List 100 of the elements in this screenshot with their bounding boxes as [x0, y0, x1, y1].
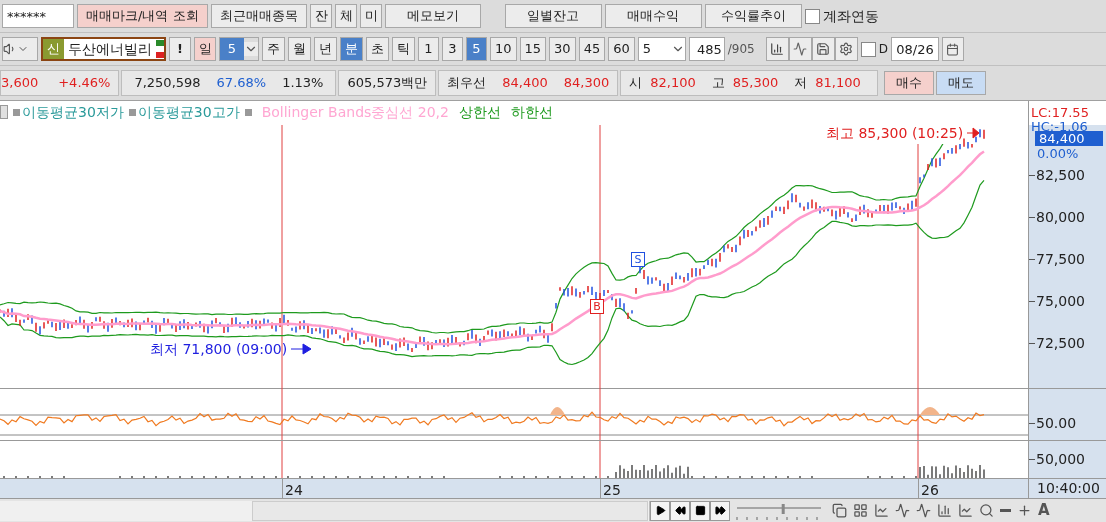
volume-tick: 50,000 — [1036, 450, 1085, 470]
calendar-button[interactable] — [941, 37, 964, 61]
save-button[interactable] — [811, 37, 835, 61]
unit-tab[interactable]: 주 — [262, 37, 285, 61]
interval-tab[interactable]: 3 — [442, 37, 463, 61]
day-count-select[interactable]: 5 — [219, 37, 259, 61]
legend-item: 이동평균30저가 — [22, 102, 124, 122]
day-button[interactable]: 일 — [194, 37, 216, 61]
arrow-icon — [291, 343, 312, 356]
date-label: 24 — [285, 481, 303, 501]
interval-tab[interactable]: 15 — [519, 37, 547, 61]
unit-tab[interactable]: 월 — [288, 37, 311, 61]
add-candle-button[interactable] — [765, 37, 789, 61]
caret-icon — [244, 42, 258, 56]
stop-icon — [694, 505, 706, 516]
indicator-tick: 50.00 — [1036, 414, 1077, 434]
interval-tab[interactable]: 60 — [608, 37, 635, 61]
alert-button[interactable]: ! — [169, 37, 191, 61]
legend-square-icon — [244, 108, 252, 116]
legend-item: 상한선 — [458, 102, 501, 122]
legend-square-icon — [128, 108, 136, 116]
turnover-rate: 1.13% — [282, 74, 324, 93]
account-field[interactable]: ****** — [2, 4, 74, 28]
change-rate: +4.46% — [58, 74, 112, 93]
settings-icon — [839, 42, 854, 56]
unit-tab[interactable]: 분 — [340, 37, 363, 61]
chart-icon — [958, 503, 973, 518]
wave-icon — [916, 503, 931, 518]
current-rate: 0.00% — [1037, 145, 1079, 161]
current-price-tag: 84,400 — [1035, 130, 1103, 146]
plus-icon — [1017, 503, 1032, 518]
fast-forward-button[interactable] — [710, 500, 730, 521]
play-icon — [654, 505, 666, 516]
checkbox[interactable] — [804, 8, 820, 24]
price-tick: 77,500 — [1036, 249, 1085, 269]
toolbar-button[interactable]: 매매수익 — [604, 4, 702, 28]
toolbar-button[interactable]: 미 — [359, 4, 382, 28]
legend-item: 이동평균30고가 — [137, 102, 240, 122]
unit-tab[interactable]: 년 — [314, 37, 337, 61]
best-ask: 84,400 — [502, 74, 548, 93]
interval-tab[interactable]: 1 — [418, 37, 439, 61]
unit-tab[interactable]: 틱 — [392, 37, 415, 61]
arrow-icon — [967, 127, 980, 140]
price-value: 85,300 — [732, 74, 779, 93]
interval-value: 5 — [642, 40, 651, 59]
toolbar-button[interactable]: 잔 — [309, 4, 332, 28]
price-tick: 80,000 — [1036, 207, 1085, 227]
toolbar-button[interactable]: 수익률추이 — [704, 4, 802, 28]
sell-button[interactable]: 매도 — [935, 71, 986, 95]
best-price-label: 최우선 — [447, 74, 487, 93]
font-button[interactable]: A — [1038, 499, 1050, 522]
settings-button[interactable] — [834, 37, 858, 61]
rewind-icon — [674, 505, 686, 516]
speaker-button[interactable] — [2, 37, 38, 61]
memo-button[interactable]: 메모보기 — [384, 4, 481, 28]
checkbox-label: 계좌연동 — [822, 6, 879, 26]
checkbox[interactable] — [860, 41, 876, 57]
low-price-note: 최저 71,800 (09:00) — [150, 339, 288, 359]
interval-select[interactable]: 5 — [637, 37, 686, 61]
toolbar-button[interactable]: 체 — [334, 4, 357, 28]
price-value: 81,100 — [815, 74, 861, 93]
sell-marker: S — [631, 251, 645, 267]
speed-slider-thumb[interactable] — [781, 503, 785, 514]
toolbar-button[interactable]: 최근매매종목 — [210, 4, 307, 28]
price-value: 82,100 — [650, 74, 696, 93]
toolbar-button[interactable]: 매매마크/내역 조회 — [77, 4, 208, 28]
buy-marker: B — [590, 298, 604, 314]
buy-button[interactable]: 매수 — [883, 71, 934, 95]
date-label: 26 — [921, 481, 939, 501]
date-field[interactable]: 08/26 — [890, 37, 939, 61]
play-button[interactable] — [650, 500, 670, 521]
calendar-icon — [946, 42, 960, 56]
day-count-value: 5 — [220, 38, 244, 60]
unit-tab[interactable]: 초 — [366, 37, 389, 61]
best-bid: 84,300 — [563, 74, 610, 93]
line-icon — [895, 503, 910, 518]
stock-name: 두산에너빌리 — [67, 39, 153, 59]
minus-icon — [1000, 509, 1011, 512]
add-line-button[interactable] — [788, 37, 812, 61]
scrollbar-thumb[interactable] — [252, 500, 648, 521]
legend-item: Bollinger Bands중심선 20,2 — [261, 102, 449, 122]
search-icon — [979, 503, 994, 518]
interval-tab[interactable]: 30 — [549, 37, 576, 61]
interval-tab[interactable]: 5 — [466, 37, 487, 61]
volume-ratio: 67.68% — [216, 74, 267, 93]
chart-icon — [874, 503, 889, 518]
stock-field[interactable]: 신 두산에너빌리 — [41, 37, 166, 61]
interval-tab[interactable]: 10 — [490, 37, 517, 61]
rewind-button[interactable] — [670, 500, 690, 521]
count-field[interactable]: 485 — [688, 37, 725, 61]
toolbar-button[interactable]: 일별잔고 — [504, 4, 602, 28]
legend-item: 하한선 — [510, 102, 553, 122]
legend-square-icon — [13, 108, 20, 116]
price-change: 3,600 — [1, 74, 40, 93]
price-tick: 75,000 — [1036, 291, 1085, 311]
price-tick: 72,500 — [1036, 333, 1085, 353]
price-label: 고 — [711, 74, 725, 93]
stop-button[interactable] — [690, 500, 710, 521]
legend-toggle-icon[interactable] — [0, 105, 8, 120]
interval-tab[interactable]: 45 — [578, 37, 606, 61]
